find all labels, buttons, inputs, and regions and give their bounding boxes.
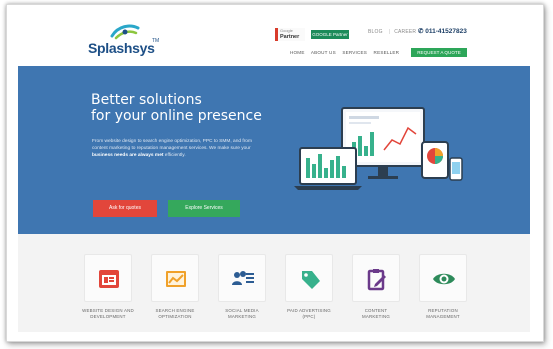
hero-banner: Better solutions for your online presenc… [18,66,530,234]
service-card[interactable] [218,254,266,302]
hero-text-plain: From website design to search engine opt… [92,139,252,152]
hero-title-line2: for your online presence [91,108,262,124]
phone-number[interactable]: ✆ 011-41527823 [418,27,467,35]
social-users-icon [232,271,254,285]
service-label-line2: (PPC) [302,314,316,320]
hero-text-bold: business needs are always met [92,153,164,159]
service-label: CONTENT MARKETING [346,308,406,321]
phone-text: 011-41527823 [425,28,467,35]
services-section: WEBSITE DESIGN AND DEVELOPMENT SEARCH EN… [18,234,530,332]
ask-for-quotes-button[interactable]: Ask for quotes [93,200,157,217]
google-partner-button[interactable]: GOOGLE Partner [311,30,349,39]
service-card[interactable] [285,254,333,302]
site-header: Splashsys TM Google Partner GOOGLE Partn… [18,14,530,66]
service-ppc[interactable]: PAID ADVERTISING (PPC) [285,254,333,321]
service-label-line2: OPTIMIZATION [158,314,192,320]
service-label-line2: MANAGEMENT [426,314,460,320]
main-nav: HOME ABOUT US SERVICES RESELLER [290,50,404,55]
request-quote-button[interactable]: REQUEST A QUOTE [411,48,467,57]
service-label: SEARCH ENGINE OPTIMIZATION [145,308,205,321]
explore-services-button[interactable]: Explore Services [168,200,240,217]
blog-link[interactable]: BLOG [368,29,383,35]
website-icon [99,270,119,288]
website-page: Splashsys TM Google Partner GOOGLE Partn… [18,14,530,332]
brand-tm: TM [152,38,160,44]
google-partner-badge[interactable]: Google Partner [275,28,305,41]
brand-logo[interactable]: Splashsys TM [88,24,168,62]
hero-description: From website design to search engine opt… [92,138,268,160]
service-reputation[interactable]: REPUTATION MANAGEMENT [419,254,467,321]
link-divider: | [388,29,391,35]
hero-text-end: efficiently. [163,153,186,159]
service-card[interactable] [352,254,400,302]
devices-illustration [294,107,463,190]
service-card[interactable] [419,254,467,302]
nav-item-services[interactable]: SERVICES [342,50,367,55]
service-label: REPUTATION MANAGEMENT [413,308,473,321]
phone-icon: ✆ [418,28,424,35]
tag-icon [302,271,320,289]
service-label: PAID ADVERTISING (PPC) [279,308,339,321]
service-card[interactable] [84,254,132,302]
hero-title: Better solutions for your online presenc… [91,92,262,124]
nav-item-about[interactable]: ABOUT US [311,50,336,55]
nav-item-reseller[interactable]: RESELLER [374,50,400,55]
service-seo[interactable]: SEARCH ENGINE OPTIMIZATION [151,254,199,321]
career-link[interactable]: CAREER [394,29,416,35]
service-label: SOCIAL MEDIA MARKETING [212,308,272,321]
clipboard-pen-icon [367,269,386,291]
service-web-design[interactable]: WEBSITE DESIGN AND DEVELOPMENT [82,254,134,321]
logo-swoosh-icon [110,24,140,40]
brand-name: Splashsys [88,40,155,56]
hero-title-line1: Better solutions [91,92,202,108]
service-card[interactable] [151,254,199,302]
seo-chart-icon [166,271,186,287]
top-links: BLOG | CAREER [368,29,422,35]
service-social-media[interactable]: SOCIAL MEDIA MARKETING [218,254,266,321]
service-label-line2: MARKETING [228,314,256,320]
partner-main-label: Partner [280,34,300,40]
service-label-line2: DEVELOPMENT [90,314,126,320]
service-content-marketing[interactable]: CONTENT MARKETING [352,254,400,321]
service-label-line2: MARKETING [362,314,390,320]
service-label: WEBSITE DESIGN AND DEVELOPMENT [78,308,138,321]
eye-icon [433,273,455,285]
nav-item-home[interactable]: HOME [290,50,305,55]
